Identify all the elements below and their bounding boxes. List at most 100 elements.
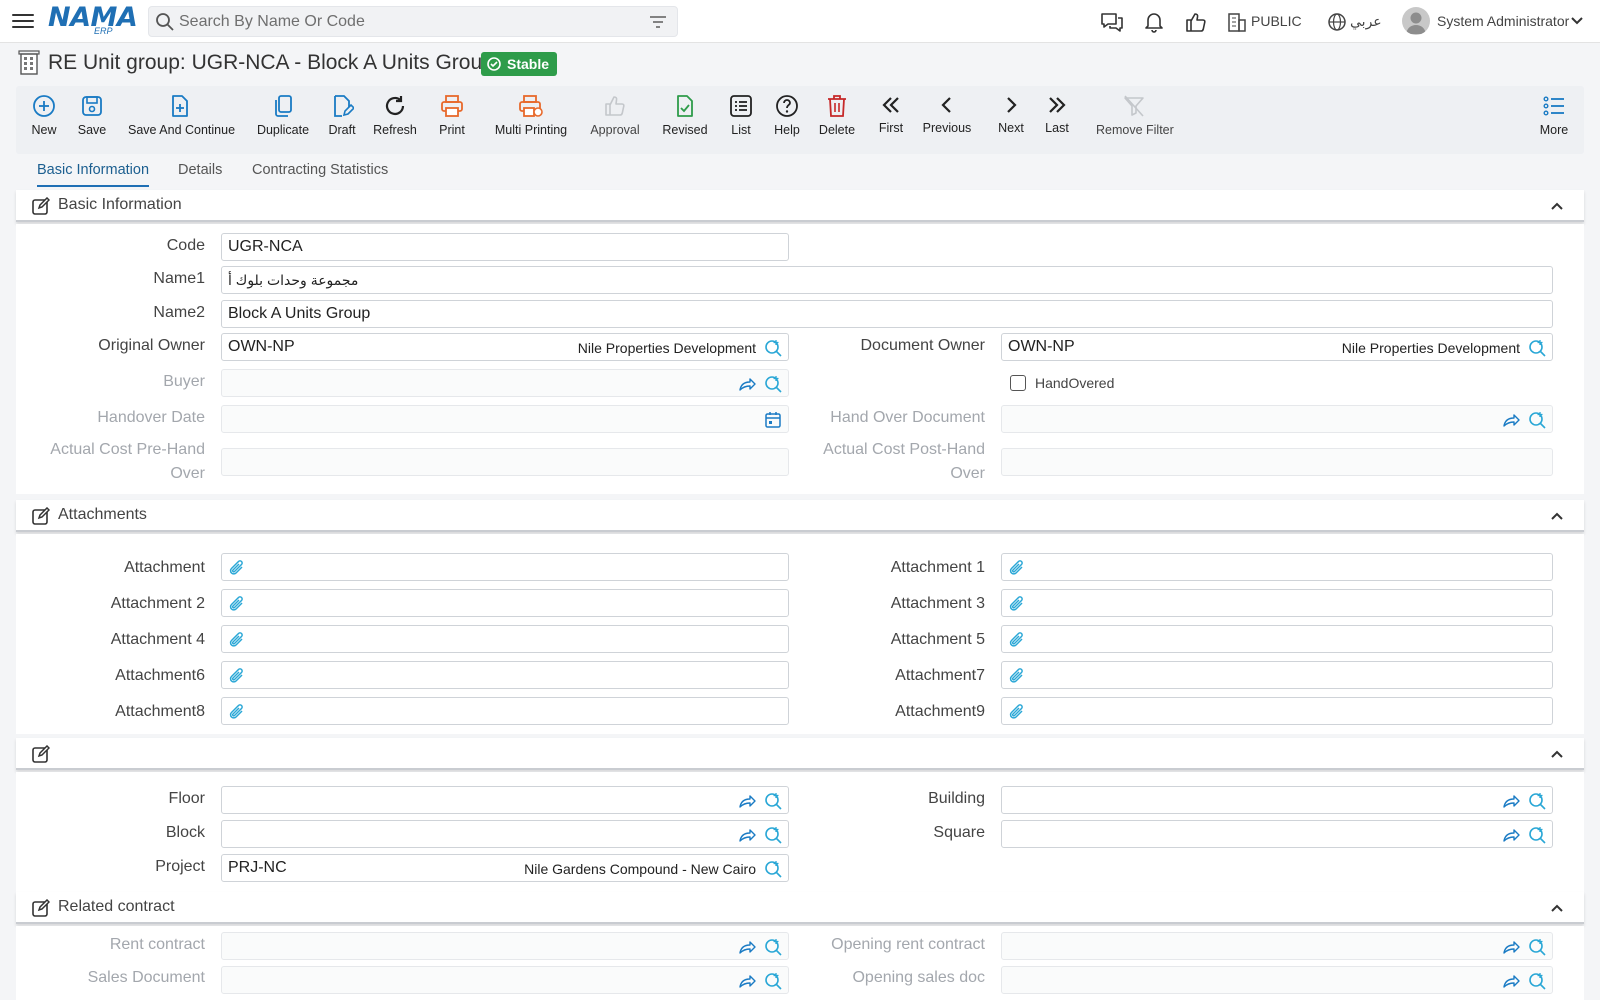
company-selector[interactable]: PUBLIC: [1251, 13, 1302, 29]
paperclip-icon[interactable]: [228, 631, 246, 649]
search-plus-icon[interactable]: [764, 792, 782, 810]
paperclip-icon[interactable]: [1008, 667, 1026, 685]
paperclip-icon[interactable]: [228, 559, 246, 577]
handover-document-field[interactable]: [1001, 405, 1553, 433]
search-plus-icon[interactable]: [1528, 826, 1546, 844]
search-plus-icon[interactable]: [764, 860, 782, 878]
actual-cost-pre-field[interactable]: [221, 448, 789, 476]
share-icon[interactable]: [1502, 792, 1520, 810]
draft-button[interactable]: Draft: [324, 94, 360, 148]
basic-information-header[interactable]: Basic Information: [16, 190, 1584, 222]
actual-cost-post-field[interactable]: [1001, 448, 1553, 476]
attachment-5-field[interactable]: [1001, 625, 1553, 653]
share-icon[interactable]: [1502, 972, 1520, 990]
project-field[interactable]: PRJ-NC Nile Gardens Compound - New Cairo: [221, 854, 789, 882]
attachment-7-field[interactable]: [1001, 661, 1553, 689]
share-icon[interactable]: [738, 792, 756, 810]
paperclip-icon[interactable]: [1008, 631, 1026, 649]
building-field[interactable]: [1001, 786, 1553, 814]
search-plus-icon[interactable]: [764, 972, 782, 990]
square-field[interactable]: [1001, 820, 1553, 848]
share-icon[interactable]: [1502, 826, 1520, 844]
attachments-header[interactable]: Attachments: [16, 500, 1584, 532]
chevron-up-icon[interactable]: [1550, 748, 1564, 760]
floor-field[interactable]: [221, 786, 789, 814]
search-plus-icon[interactable]: [1528, 411, 1546, 429]
menu-icon[interactable]: [12, 10, 34, 32]
search-plus-icon[interactable]: [1528, 339, 1546, 357]
share-icon[interactable]: [738, 972, 756, 990]
name1-field[interactable]: مجموعة وحدات بلوك أ: [221, 266, 1553, 294]
attachment-8-field[interactable]: [221, 697, 789, 725]
attachment-3-field[interactable]: [1001, 589, 1553, 617]
language-selector[interactable]: عربي: [1350, 13, 1382, 30]
next-button[interactable]: Next: [996, 94, 1026, 148]
paperclip-icon[interactable]: [1008, 703, 1026, 721]
opening-rent-contract-field[interactable]: [1001, 932, 1553, 960]
filter-icon[interactable]: [649, 14, 667, 30]
chat-icon[interactable]: [1100, 11, 1124, 33]
app-logo[interactable]: NAMA ERP: [48, 4, 138, 38]
multi-printing-button[interactable]: Multi Printing: [494, 94, 568, 148]
paperclip-icon[interactable]: [1008, 595, 1026, 613]
location-header[interactable]: [16, 738, 1584, 770]
share-icon[interactable]: [738, 938, 756, 956]
paperclip-icon[interactable]: [228, 595, 246, 613]
paperclip-icon[interactable]: [228, 667, 246, 685]
handover-date-field[interactable]: [221, 405, 789, 433]
chevron-up-icon[interactable]: [1550, 200, 1564, 212]
help-button[interactable]: Help: [772, 94, 802, 148]
share-icon[interactable]: [738, 375, 756, 393]
chevron-down-icon[interactable]: [1570, 16, 1584, 26]
opening-sales-doc-field[interactable]: [1001, 966, 1553, 994]
search-plus-icon[interactable]: [764, 339, 782, 357]
name2-field[interactable]: Block A Units Group: [221, 300, 1553, 328]
search-plus-icon[interactable]: [1528, 972, 1546, 990]
more-button[interactable]: More: [1538, 94, 1570, 148]
save-button[interactable]: Save: [74, 94, 110, 148]
list-button[interactable]: List: [726, 94, 756, 148]
avatar[interactable]: [1402, 7, 1430, 35]
thumbs-up-icon[interactable]: [1184, 11, 1208, 33]
last-button[interactable]: Last: [1042, 94, 1072, 148]
search-plus-icon[interactable]: [1528, 792, 1546, 810]
rent-contract-field[interactable]: [221, 932, 789, 960]
attachment-4-field[interactable]: [221, 625, 789, 653]
search-plus-icon[interactable]: [1528, 938, 1546, 956]
chevron-up-icon[interactable]: [1550, 902, 1564, 914]
document-owner-field[interactable]: OWN-NP Nile Properties Development: [1001, 333, 1553, 361]
print-button[interactable]: Print: [434, 94, 470, 148]
paperclip-icon[interactable]: [1008, 559, 1026, 577]
handovered-checkbox[interactable]: [1010, 375, 1026, 391]
sales-document-field[interactable]: [221, 966, 789, 994]
save-and-continue-button[interactable]: Save And Continue: [128, 94, 235, 148]
user-menu[interactable]: System Administrator: [1437, 13, 1569, 29]
share-icon[interactable]: [1502, 938, 1520, 956]
remove-filter-button[interactable]: Remove Filter: [1096, 94, 1174, 148]
previous-button[interactable]: Previous: [922, 94, 972, 148]
original-owner-field[interactable]: OWN-NP Nile Properties Development: [221, 333, 789, 361]
attachment-9-field[interactable]: [1001, 697, 1553, 725]
search-plus-icon[interactable]: [764, 938, 782, 956]
related-contract-header[interactable]: Related contract: [16, 892, 1584, 924]
bell-icon[interactable]: [1142, 11, 1166, 33]
share-icon[interactable]: [738, 826, 756, 844]
calendar-icon[interactable]: [764, 411, 782, 429]
tab-contracting-statistics[interactable]: Contracting Statistics: [252, 162, 388, 185]
revised-button[interactable]: Revised: [660, 94, 710, 148]
duplicate-button[interactable]: Duplicate: [256, 94, 310, 148]
first-button[interactable]: First: [876, 94, 906, 148]
search-plus-icon[interactable]: [764, 826, 782, 844]
refresh-button[interactable]: Refresh: [372, 94, 418, 148]
share-icon[interactable]: [1502, 411, 1520, 429]
paperclip-icon[interactable]: [228, 703, 246, 721]
attachment-field[interactable]: [221, 553, 789, 581]
attachment-2-field[interactable]: [221, 589, 789, 617]
tab-details[interactable]: Details: [178, 162, 222, 185]
attachment-1-field[interactable]: [1001, 553, 1553, 581]
search-input[interactable]: [179, 9, 629, 34]
buyer-field[interactable]: [221, 369, 789, 397]
block-field[interactable]: [221, 820, 789, 848]
new-button[interactable]: New: [26, 94, 62, 148]
code-field[interactable]: UGR-NCA: [221, 233, 789, 261]
